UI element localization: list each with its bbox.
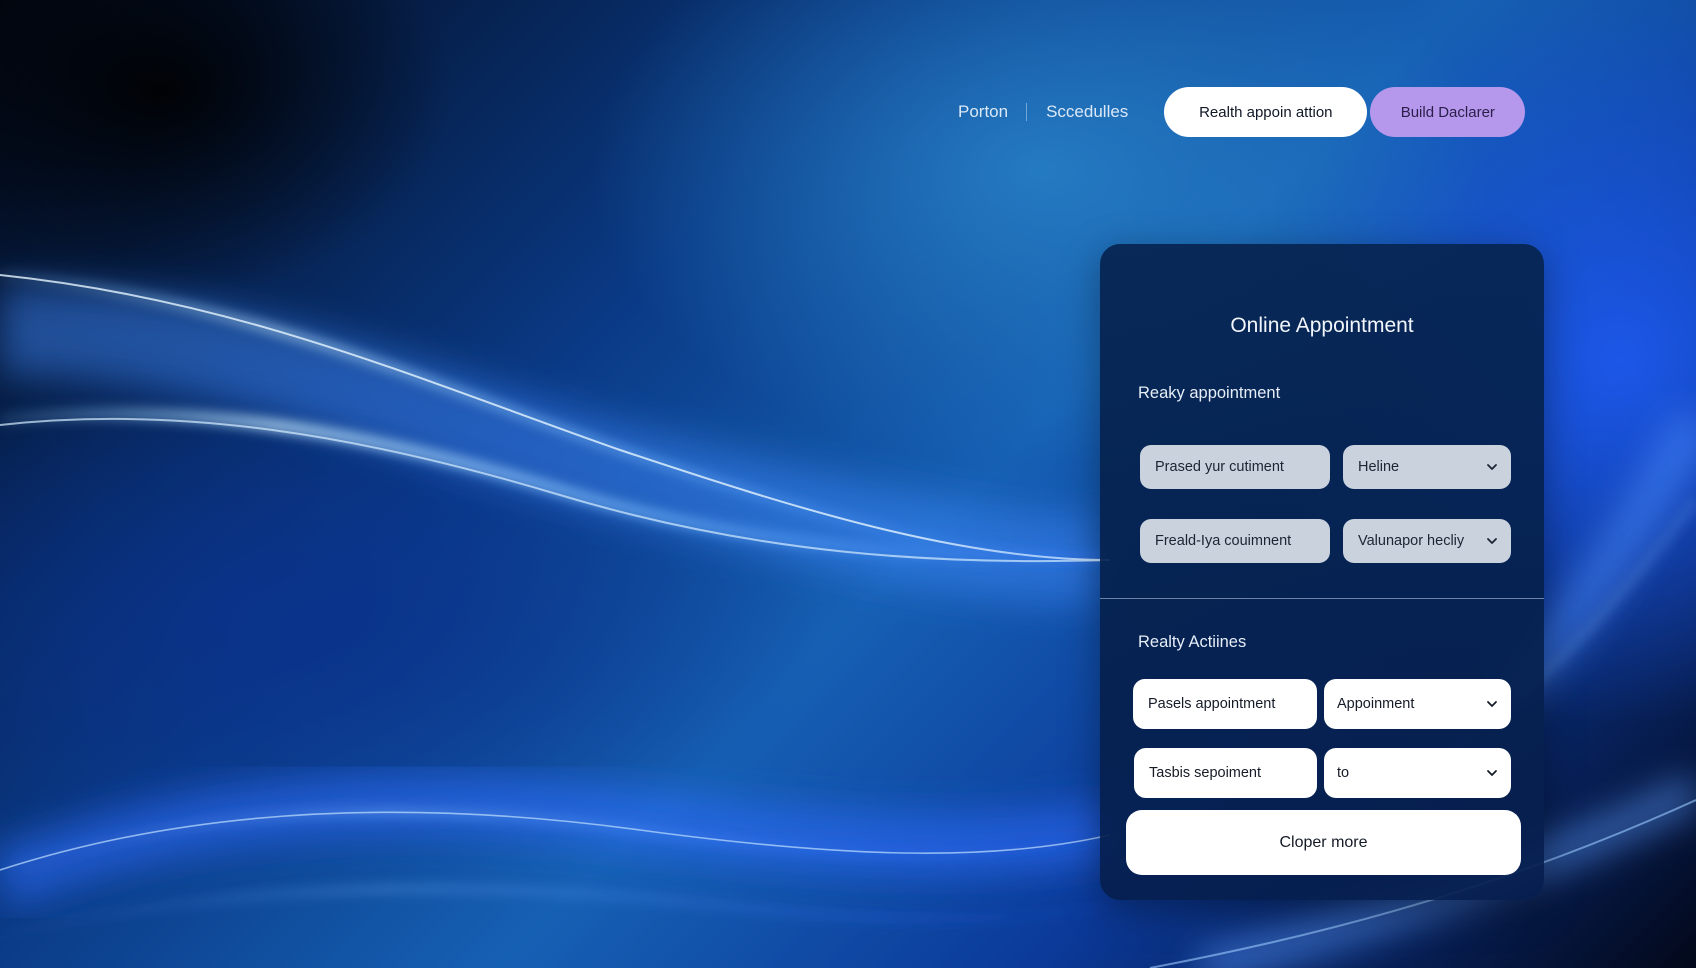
field-value: Tasbis sepoiment [1149,765,1262,781]
actions-select-1[interactable]: Appoinment [1324,679,1511,729]
field-value: Freald-Iya couimnent [1155,533,1292,549]
chevron-down-icon [1487,464,1497,470]
field-value: Prased yur cutiment [1155,459,1284,475]
section-label-realty-actiines: Realty Actiines [1138,633,1247,651]
appointment-select-1[interactable]: Heline [1343,445,1511,489]
chevron-down-icon [1487,701,1497,707]
select-value: Valunapor hecliy [1358,533,1465,549]
panel-title: Online Appointment [1230,314,1414,337]
select-value: Heline [1358,459,1400,475]
select-value: Appoinment [1337,696,1415,712]
nav-separator [1026,103,1028,121]
chevron-down-icon [1487,538,1497,544]
appointment-select-2[interactable]: Valunapor hecliy [1343,519,1511,563]
chevron-down-icon [1487,770,1497,776]
section-label-reaky-appointment: Reaky appointment [1138,384,1281,402]
field-value: Pasels appointment [1148,696,1276,712]
nav-link-schedules[interactable]: Sccedulles [1046,102,1128,122]
health-appointment-button[interactable]: Realth appoin attion [1164,87,1368,137]
top-navigation: Porton Sccedulles Realth appoin attion B… [958,87,1526,137]
appointment-text-field-2[interactable]: Freald-Iya couimnent [1140,519,1330,563]
actions-text-field-2[interactable]: Tasbis sepoiment [1134,748,1317,798]
appointment-panel: Online Appointment Reaky appointment Pra… [1100,244,1544,900]
section-divider [1100,598,1544,599]
actions-text-field-1[interactable]: Pasels appointment [1133,679,1317,729]
build-declarer-button[interactable]: Build Daclarer [1370,87,1526,137]
actions-select-2[interactable]: to [1324,748,1511,798]
cloper-more-button[interactable]: Cloper more [1126,810,1521,875]
appointment-text-field-1[interactable]: Prased yur cutiment [1140,445,1330,489]
nav-link-porton[interactable]: Porton [958,102,1008,122]
select-value: to [1337,765,1350,781]
